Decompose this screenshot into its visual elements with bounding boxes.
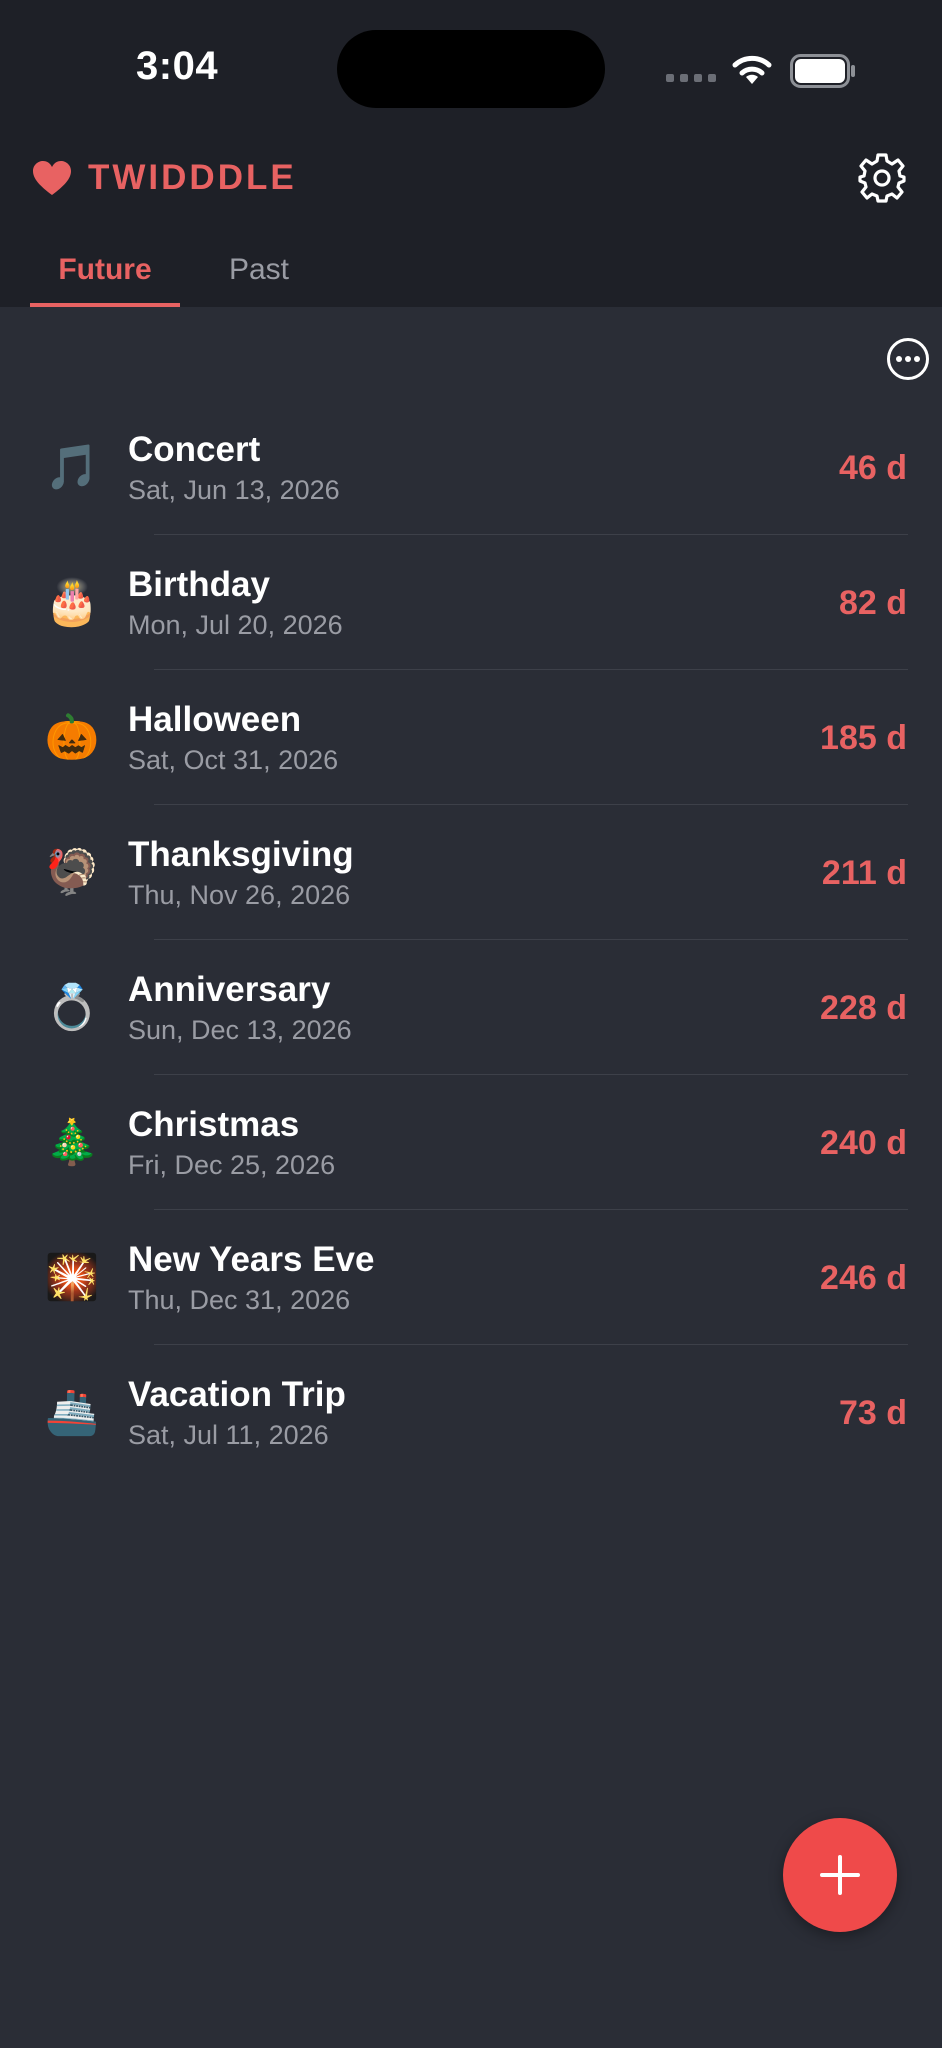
turkey-icon: 🦃	[44, 847, 100, 898]
event-name: New Years Eve	[128, 1240, 375, 1279]
app-title: TWIDDDLE	[88, 158, 297, 197]
musical-notes-icon: 🎵	[44, 442, 100, 493]
event-row-birthday[interactable]: 🎂 Birthday Mon, Jul 20, 2026 82 d	[0, 535, 942, 670]
days-remaining: 228 d	[820, 989, 907, 1027]
days-remaining: 240 d	[820, 1124, 907, 1162]
event-name: Birthday	[128, 565, 270, 604]
settings-gear-icon[interactable]	[856, 152, 908, 204]
event-name: Christmas	[128, 1105, 300, 1144]
battery-icon	[790, 54, 855, 88]
birthday-cake-icon: 🎂	[44, 577, 100, 628]
fireworks-icon: 🎇	[44, 1252, 100, 1303]
event-row-halloween[interactable]: 🎃 Halloween Sat, Oct 31, 2026 185 d	[0, 670, 942, 805]
tab-future[interactable]: Future	[30, 245, 180, 307]
event-row-christmas[interactable]: 🎄 Christmas Fri, Dec 25, 2026 240 d	[0, 1075, 942, 1210]
event-name: Vacation Trip	[128, 1375, 346, 1414]
days-remaining: 82 d	[838, 584, 907, 622]
jack-o-lantern-icon: 🎃	[44, 712, 100, 763]
ship-icon: 🚢	[44, 1387, 100, 1438]
more-options-icon[interactable]	[886, 337, 930, 381]
event-row-new-years-eve[interactable]: 🎇 New Years Eve Thu, Dec 31, 2026 246 d	[0, 1210, 942, 1345]
event-date: Thu, Nov 26, 2026	[128, 880, 351, 910]
status-time: 3:04	[136, 44, 219, 88]
wifi-icon	[732, 55, 772, 84]
event-row-anniversary[interactable]: 💍 Anniversary Sun, Dec 13, 2026 228 d	[0, 940, 942, 1075]
event-date: Sat, Oct 31, 2026	[128, 745, 339, 775]
event-name: Thanksgiving	[128, 835, 354, 874]
event-date: Mon, Jul 20, 2026	[128, 610, 343, 640]
days-remaining: 246 d	[820, 1259, 907, 1297]
event-list: 🎵 Concert Sat, Jun 13, 2026 46 d 🎂 Birth…	[0, 400, 942, 1480]
plus-icon	[820, 1855, 860, 1895]
event-date: Thu, Dec 31, 2026	[128, 1285, 351, 1315]
event-name: Concert	[128, 430, 261, 469]
heart-icon	[33, 161, 71, 195]
event-row-thanksgiving[interactable]: 🦃 Thanksgiving Thu, Nov 26, 2026 211 d	[0, 805, 942, 940]
add-event-button[interactable]	[783, 1818, 897, 1932]
event-row-concert[interactable]: 🎵 Concert Sat, Jun 13, 2026 46 d	[0, 400, 942, 535]
days-remaining: 185 d	[820, 719, 907, 757]
christmas-tree-icon: 🎄	[44, 1117, 100, 1168]
days-remaining: 46 d	[838, 449, 907, 487]
tab-bar: Future Past	[30, 245, 324, 307]
event-date: Sun, Dec 13, 2026	[128, 1015, 352, 1045]
dynamic-island	[337, 30, 605, 108]
event-date: Sat, Jun 13, 2026	[128, 475, 340, 505]
event-row-vacation-trip[interactable]: 🚢 Vacation Trip Sat, Jul 11, 2026 73 d	[0, 1345, 942, 1480]
ring-icon: 💍	[44, 982, 100, 1033]
event-name: Halloween	[128, 700, 302, 739]
days-remaining: 73 d	[838, 1394, 907, 1432]
event-name: Anniversary	[128, 970, 331, 1009]
status-icons	[666, 48, 856, 92]
event-date: Sat, Jul 11, 2026	[128, 1420, 329, 1450]
app-brand: TWIDDDLE	[32, 158, 297, 198]
cellular-signal-icon	[666, 74, 716, 82]
tab-past[interactable]: Past	[194, 245, 324, 307]
app-header: 3:04 TWIDDDLE Future Past	[0, 0, 942, 307]
event-date: Fri, Dec 25, 2026	[128, 1150, 336, 1180]
days-remaining: 211 d	[821, 854, 907, 892]
